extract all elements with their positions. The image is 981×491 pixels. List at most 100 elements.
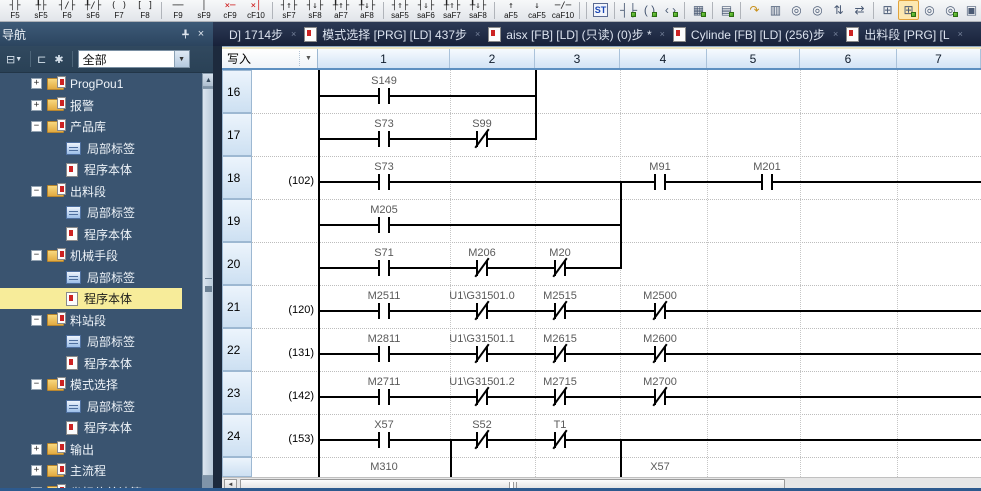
coil-edit-icon[interactable]: ‹ ›	[660, 0, 681, 20]
tree-edit-icon[interactable]: ⊞	[898, 0, 919, 20]
column-header-6[interactable]: 6	[800, 49, 897, 68]
ladder-symbol-button-sF8[interactable]: ┤↓├ sF8	[302, 0, 328, 21]
nc-contact[interactable]	[652, 300, 668, 321]
write-mode-cell[interactable]: 写入 ▼	[222, 49, 318, 68]
redo-icon[interactable]: ↷	[744, 0, 765, 20]
nc-contact[interactable]	[652, 343, 668, 364]
ladder-symbol-button-saF8[interactable]: ╀⇓├ saF8	[465, 0, 491, 21]
no-contact[interactable]	[378, 88, 390, 104]
row-number-cell[interactable]	[222, 457, 252, 477]
ladder-symbol-button-aF7[interactable]: ╀↑├ aF7	[328, 0, 354, 21]
column-header-5[interactable]: 5	[707, 49, 800, 68]
tree-item-leaf[interactable]: 局部标签	[0, 396, 202, 417]
ladder-symbol-button-cF10[interactable]: ×│ cF10	[243, 0, 269, 21]
tab-close-icon[interactable]: ×	[833, 29, 838, 39]
nc-contact[interactable]	[474, 128, 490, 149]
ladder-symbol-button-saF7[interactable]: ╀⇑├ saF7	[439, 0, 465, 21]
ladder-edit-icon[interactable]: ┤├	[618, 0, 639, 20]
nc-contact[interactable]	[474, 429, 490, 450]
ladder-comment-edit-icon[interactable]: ▤	[716, 0, 737, 20]
row-number-cell[interactable]: 19	[222, 199, 252, 242]
no-contact[interactable]	[378, 432, 390, 448]
nc-contact[interactable]	[474, 343, 490, 364]
tree-item-leaf[interactable]: 局部标签	[0, 331, 202, 352]
row-number-cell[interactable]: 18	[222, 156, 252, 199]
ladder-symbol-button-F7[interactable]: ( ) F7	[106, 0, 132, 21]
no-contact[interactable]	[378, 217, 390, 233]
expand-icon[interactable]: +	[31, 99, 42, 111]
st-display-icon[interactable]: ST	[590, 0, 611, 20]
row-number-cell[interactable]: 23	[222, 371, 252, 414]
no-contact[interactable]	[378, 260, 390, 276]
panel-splitter[interactable]	[213, 22, 222, 491]
close-icon[interactable]: ×	[193, 26, 209, 42]
tree-item-leaf[interactable]: 程序本体	[0, 353, 202, 374]
ladder-symbol-button-aF5[interactable]: ↑ aF5	[498, 0, 524, 21]
tree-item-pou[interactable]: + 主流程	[0, 460, 202, 481]
ladder-symbol-button-cF9[interactable]: ×─ cF9	[217, 0, 243, 21]
column-header-1[interactable]: 1	[318, 49, 450, 68]
ladder-symbol-button-saF6[interactable]: ┤⇓├ saF6	[413, 0, 439, 21]
tree-item-pou[interactable]: + 报警	[0, 95, 202, 116]
collapse-icon[interactable]: −	[31, 314, 42, 326]
no-contact[interactable]	[378, 303, 390, 319]
row-number-cell[interactable]: 16	[222, 70, 252, 113]
ladder-symbol-button-F8[interactable]: [ ] F8	[132, 0, 158, 21]
document-tab[interactable]: D] 1714步	[225, 26, 287, 43]
tree-item-pou[interactable]: − 料站段	[0, 310, 202, 331]
document-tab[interactable]: Cylinde [FB] [LD] (256)步	[669, 26, 829, 43]
expand-icon[interactable]: +	[31, 465, 42, 476]
ladder-symbol-button-F5[interactable]: ┤├ F5	[2, 0, 28, 21]
tab-close-icon[interactable]: ×	[475, 29, 480, 39]
nc-contact[interactable]	[474, 257, 490, 278]
tree-item-leaf[interactable]: 程序本体	[0, 417, 202, 438]
row-number-cell[interactable]: 21	[222, 285, 252, 328]
chevron-down-icon[interactable]: ▼	[300, 55, 317, 62]
delete-row-icon[interactable]: ⇄	[849, 0, 870, 20]
no-contact[interactable]	[378, 174, 390, 190]
ladder-symbol-button-F6[interactable]: ┤/├ F6	[54, 0, 80, 21]
tree-item-leaf[interactable]: 程序本体	[0, 224, 202, 245]
column-header-7[interactable]: 7	[897, 49, 981, 68]
tree-item-pou[interactable]: − 出料段	[0, 181, 202, 202]
nc-contact[interactable]	[552, 429, 568, 450]
tree-item-pou[interactable]: − 机械手段	[0, 245, 202, 266]
tree-display-icon[interactable]: ⊞	[877, 0, 898, 20]
tab-close-icon[interactable]: ×	[660, 29, 665, 39]
document-tab[interactable]: 出料段 [PRG] [L	[842, 26, 953, 43]
nc-contact[interactable]	[474, 300, 490, 321]
tree-item-leaf[interactable]: 程序本体	[0, 288, 182, 309]
tree-item-pou[interactable]: − 产品库	[0, 116, 202, 137]
device-monitor-icon[interactable]: ▣	[961, 0, 981, 20]
column-header-4[interactable]: 4	[620, 49, 707, 68]
collapse-icon[interactable]: −	[31, 185, 42, 197]
filter-combobox[interactable]: 全部 ▼	[77, 50, 190, 68]
tree-item-leaf[interactable]: 局部标签	[0, 202, 202, 223]
no-contact[interactable]	[378, 389, 390, 405]
ladder-symbol-button-sF6[interactable]: ╀/├ sF6	[80, 0, 106, 21]
collapse-icon[interactable]: −	[31, 379, 42, 390]
collapse-icon[interactable]: −	[31, 121, 42, 132]
pin-icon[interactable]	[177, 26, 193, 42]
chevron-down-icon[interactable]: ▼	[173, 51, 189, 67]
settings-gear-icon[interactable]: ✱	[51, 49, 66, 69]
insert-row-icon[interactable]: ⇅	[828, 0, 849, 20]
document-tab[interactable]: aisx [FB] [LD] (只读) (0)步 *	[484, 26, 655, 43]
no-contact[interactable]	[378, 131, 390, 147]
tree-item-leaf[interactable]: 局部标签	[0, 267, 202, 288]
row-number-cell[interactable]: 17	[222, 113, 252, 156]
column-header-2[interactable]: 2	[450, 49, 535, 68]
ladder-table-edit-icon[interactable]: ▦	[688, 0, 709, 20]
tree-item-pou[interactable]: + ProgPou1	[0, 73, 202, 94]
find-program-icon[interactable]: ◎	[919, 0, 940, 20]
no-contact[interactable]	[761, 174, 773, 190]
nc-contact[interactable]	[474, 386, 490, 407]
ladder-symbol-button-sF7[interactable]: ┤↑├ sF7	[276, 0, 302, 21]
ladder-symbol-button-caF5[interactable]: ↓ caF5	[524, 0, 550, 21]
tree-item-leaf[interactable]: 程序本体	[0, 159, 202, 180]
contact-coil-edit-icon[interactable]: ( )	[639, 0, 660, 20]
ladder-symbol-button-aF8[interactable]: ╀↓├ aF8	[354, 0, 380, 21]
ladder-symbol-button-saF5[interactable]: ┤⇑├ saF5	[387, 0, 413, 21]
row-number-cell[interactable]: 20	[222, 242, 252, 285]
row-number-cell[interactable]: 24	[222, 414, 252, 457]
